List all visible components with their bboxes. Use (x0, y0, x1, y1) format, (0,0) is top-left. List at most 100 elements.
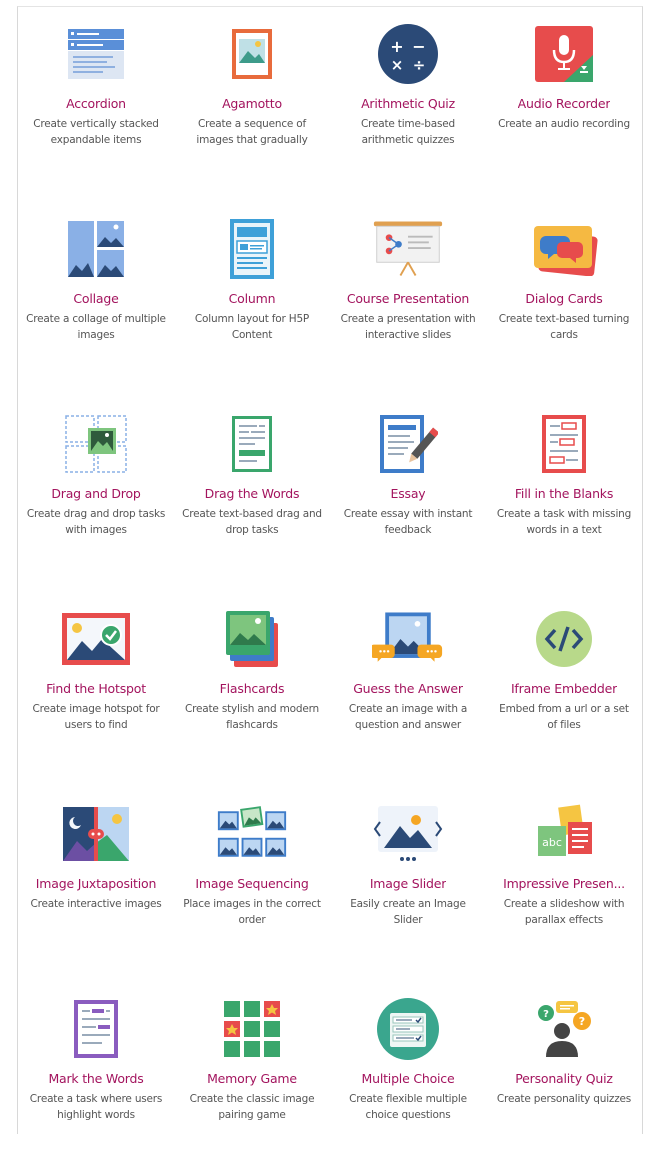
tile-dialog-cards[interactable]: Dialog Cards Create text-based turning c… (486, 195, 642, 390)
tile-title: Image Sequencing (195, 876, 309, 891)
personality-quiz-icon: ? ? (528, 997, 600, 1061)
svg-text:abc: abc (542, 836, 562, 849)
tile-audio-recorder[interactable]: Audio Recorder Create an audio recording (486, 0, 642, 195)
dialog-cards-icon (528, 217, 600, 281)
content-type-grid: Accordion Create vertically stacked expa… (18, 0, 642, 1170)
accordion-icon (60, 22, 132, 86)
tile-column[interactable]: Column Column layout for H5P Content (174, 195, 330, 390)
tile-essay[interactable]: Essay Create essay with instant feedback (330, 390, 486, 585)
tile-description: Embed from a url or a set of files (499, 703, 629, 731)
tile-title: Image Slider (369, 876, 447, 891)
tile-description: Create an audio recording (498, 118, 630, 130)
tile-title: Course Presentation (346, 291, 470, 306)
tile-image-sequencing[interactable]: Image Sequencing Place images in the cor… (174, 780, 330, 975)
tile-title: Agamotto (222, 96, 282, 111)
tile-description: Create a sequence of images that gradual… (196, 118, 308, 146)
tile-title: Impressive Presen... (503, 876, 625, 891)
tile-description: Place images in the correct order (183, 898, 321, 926)
tile-description: Create image hotspot for users to find (32, 703, 160, 731)
tile-title: Find the Hotspot (46, 681, 146, 696)
tile-description: Easily create an Image Slider (350, 898, 466, 926)
svg-text:?: ? (543, 1009, 549, 1020)
tile-description: Column layout for H5P Content (194, 313, 310, 341)
tile-description: Create a collage of multiple images (26, 313, 166, 341)
svg-text:×: × (391, 56, 404, 74)
tile-multiple-choice[interactable]: Multiple Choice Create flexible multiple… (330, 975, 486, 1170)
tile-title: Guess the Answer (353, 681, 463, 696)
tile-title: Accordion (66, 96, 126, 111)
tile-title: Multiple Choice (361, 1071, 455, 1086)
drag-the-words-icon (216, 412, 288, 476)
tile-description: Create drag and drop tasks with images (26, 508, 166, 536)
tile-description: Create personality quizzes (496, 1093, 632, 1105)
agamotto-icon (216, 22, 288, 86)
svg-text:+: + (390, 37, 403, 56)
tile-course-presentation[interactable]: Course Presentation Create a presentatio… (330, 195, 486, 390)
arithmetic-quiz-icon: + − × ÷ (372, 22, 444, 86)
tile-title: Mark the Words (48, 1071, 144, 1086)
iframe-embedder-icon (528, 607, 600, 671)
tile-title: Iframe Embedder (510, 681, 618, 696)
find-the-hotspot-icon (60, 607, 132, 671)
tile-find-the-hotspot[interactable]: Find the Hotspot Create image hotspot fo… (18, 585, 174, 780)
mark-the-words-icon (60, 997, 132, 1061)
tile-title: Fill in the Blanks (514, 486, 614, 501)
tile-title: Personality Quiz (515, 1071, 613, 1086)
tile-title: Flashcards (219, 681, 285, 696)
svg-text:?: ? (579, 1015, 585, 1028)
tile-description: Create essay with instant feedback (343, 508, 473, 536)
tile-title: Audio Recorder (517, 96, 611, 111)
tile-description: Create a presentation with interactive s… (340, 313, 476, 341)
essay-icon (372, 412, 444, 476)
tile-description: Create stylish and modern flashcards (185, 703, 319, 731)
tile-guess-the-answer[interactable]: Guess the Answer Create an image with a … (330, 585, 486, 780)
tile-collage[interactable]: Collage Create a collage of multiple ima… (18, 195, 174, 390)
tile-description: Create time-based arithmetic quizzes (360, 118, 456, 146)
tile-flashcards[interactable]: Flashcards Create stylish and modern fla… (174, 585, 330, 780)
tile-title: Essay (390, 486, 426, 501)
collage-icon (60, 217, 132, 281)
tile-image-slider[interactable]: Image Slider Easily create an Image Slid… (330, 780, 486, 975)
tile-memory-game[interactable]: Memory Game Create the classic image pai… (174, 975, 330, 1170)
image-slider-icon (372, 802, 444, 866)
tile-arithmetic-quiz[interactable]: + − × ÷ Arithmetic Quiz Create time-base… (330, 0, 486, 195)
tile-description: Create a task with missing words in a te… (496, 508, 632, 536)
flashcards-icon (216, 607, 288, 671)
tile-description: Create the classic image pairing game (189, 1093, 315, 1121)
tile-title: Column (228, 291, 276, 306)
multiple-choice-icon (372, 997, 444, 1061)
drag-and-drop-icon (60, 412, 132, 476)
tile-drag-the-words[interactable]: Drag the Words Create text-based drag an… (174, 390, 330, 585)
column-icon (216, 217, 288, 281)
impressive-presentation-icon: abc (528, 802, 600, 866)
tile-description: Create a task where users highlight word… (29, 1093, 163, 1121)
tile-personality-quiz[interactable]: ? ? Personality Quiz Create personality … (486, 975, 642, 1170)
tile-drag-and-drop[interactable]: Drag and Drop Create drag and drop tasks… (18, 390, 174, 585)
tile-image-juxtaposition[interactable]: Image Juxtaposition Create interactive i… (18, 780, 174, 975)
tile-title: Memory Game (207, 1071, 297, 1086)
tile-description: Create interactive images (30, 898, 162, 910)
tile-mark-the-words[interactable]: Mark the Words Create a task where users… (18, 975, 174, 1170)
tile-agamotto[interactable]: Agamotto Create a sequence of images tha… (174, 0, 330, 195)
tile-iframe-embedder[interactable]: Iframe Embedder Embed from a url or a se… (486, 585, 642, 780)
tile-fill-in-the-blanks[interactable]: Fill in the Blanks Create a task with mi… (486, 390, 642, 585)
course-presentation-icon (372, 217, 444, 281)
image-juxtaposition-icon (60, 802, 132, 866)
image-sequencing-icon (216, 802, 288, 866)
svg-text:÷: ÷ (413, 56, 426, 74)
tile-accordion[interactable]: Accordion Create vertically stacked expa… (18, 0, 174, 195)
fill-in-the-blanks-icon (528, 412, 600, 476)
audio-recorder-icon (528, 22, 600, 86)
tile-description: Create flexible multiple choice question… (349, 1093, 467, 1121)
tile-description: Create a slideshow with parallax effects (503, 898, 625, 926)
tile-title: Arithmetic Quiz (361, 96, 455, 111)
tile-title: Drag the Words (204, 486, 300, 501)
guess-the-answer-icon (372, 607, 444, 671)
tile-title: Dialog Cards (525, 291, 603, 306)
tile-description: Create vertically stacked expandable ite… (33, 118, 159, 146)
tile-description: Create text-based turning cards (498, 313, 630, 341)
tile-title: Drag and Drop (51, 486, 141, 501)
tile-description: Create text-based drag and drop tasks (182, 508, 322, 536)
tile-impressive-presentation[interactable]: abc Impressive Presen... Create a slides… (486, 780, 642, 975)
memory-game-icon (216, 997, 288, 1061)
